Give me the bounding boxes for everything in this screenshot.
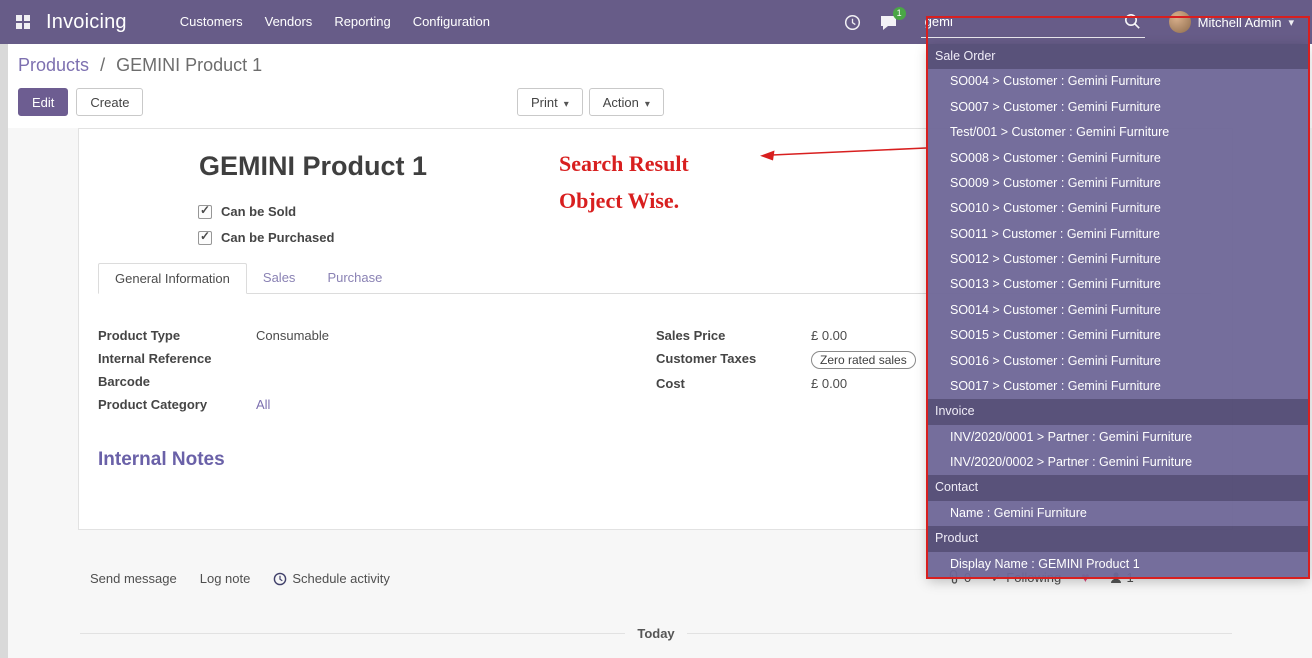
print-action-buttons: Print Action xyxy=(517,88,664,116)
dropdown-result-item[interactable]: SO013 > Customer : Gemini Furniture xyxy=(928,272,1308,297)
create-button[interactable]: Create xyxy=(76,88,143,116)
breadcrumb-current: GEMINI Product 1 xyxy=(116,55,262,75)
annotation-line2: Object Wise. xyxy=(559,182,689,219)
log-note-link[interactable]: Log note xyxy=(200,571,251,586)
dropdown-section-header: Product xyxy=(928,526,1308,551)
app-title[interactable]: Invoicing xyxy=(46,11,127,34)
field-internal-reference: Internal Reference xyxy=(98,351,638,367)
activities-button[interactable] xyxy=(835,0,871,44)
dropdown-result-item[interactable]: SO014 > Customer : Gemini Furniture xyxy=(928,298,1308,323)
product-category-link[interactable]: All xyxy=(256,397,270,412)
navbar-search xyxy=(921,6,1145,38)
print-dropdown-button[interactable]: Print xyxy=(517,88,583,116)
send-message-link[interactable]: Send message xyxy=(90,571,177,586)
dropdown-section-header: Invoice xyxy=(928,399,1308,424)
breadcrumb-products-link[interactable]: Products xyxy=(18,55,89,75)
customer-tax-tag: Zero rated sales xyxy=(811,351,916,369)
schedule-activity-link[interactable]: Schedule activity xyxy=(273,571,390,586)
can-be-sold-label: Can be Sold xyxy=(221,204,296,219)
field-label: Sales Price xyxy=(656,328,811,343)
menu-vendors[interactable]: Vendors xyxy=(254,0,324,44)
chevron-down-icon xyxy=(1288,13,1294,31)
form-buttons: Edit Create xyxy=(18,88,143,116)
field-value: Consumable xyxy=(256,328,329,343)
dropdown-result-item[interactable]: INV/2020/0001 > Partner : Gemini Furnitu… xyxy=(928,425,1308,450)
chevron-down-icon xyxy=(558,95,569,110)
dropdown-result-item[interactable]: SO004 > Customer : Gemini Furniture xyxy=(928,69,1308,94)
dropdown-result-item[interactable]: SO016 > Customer : Gemini Furniture xyxy=(928,349,1308,374)
top-navbar: Invoicing Customers Vendors Reporting Co… xyxy=(0,0,1312,44)
field-label: Product Type xyxy=(98,328,256,343)
field-label: Cost xyxy=(656,376,811,391)
chatter-actions: Send message Log note Schedule activity xyxy=(90,571,390,586)
clock-icon xyxy=(844,14,861,31)
edit-button[interactable]: Edit xyxy=(18,88,68,116)
field-label: Internal Reference xyxy=(98,351,256,366)
message-count-badge: 1 xyxy=(893,7,906,20)
breadcrumb-separator: / xyxy=(100,55,105,75)
can-be-purchased-row: Can be Purchased xyxy=(198,230,334,245)
can-be-sold-checkbox[interactable] xyxy=(198,205,212,219)
clock-icon xyxy=(273,572,287,586)
messages-button[interactable]: 1 xyxy=(871,0,907,44)
can-be-sold-row: Can be Sold xyxy=(198,204,296,219)
schedule-activity-label: Schedule activity xyxy=(292,571,390,586)
dropdown-result-item[interactable]: INV/2020/0002 > Partner : Gemini Furnitu… xyxy=(928,450,1308,475)
tab-purchase[interactable]: Purchase xyxy=(311,263,398,294)
field-barcode: Barcode xyxy=(98,374,638,390)
navbar-right: 1 Mitchell Admin xyxy=(835,0,1312,44)
menu-customers[interactable]: Customers xyxy=(169,0,254,44)
can-be-purchased-checkbox[interactable] xyxy=(198,231,212,245)
dropdown-result-item[interactable]: SO008 > Customer : Gemini Furniture xyxy=(928,146,1308,171)
app-window: Invoicing Customers Vendors Reporting Co… xyxy=(0,0,1312,658)
can-be-purchased-label: Can be Purchased xyxy=(221,230,334,245)
dropdown-result-item[interactable]: Display Name : GEMINI Product 1 xyxy=(928,552,1308,577)
annotation-text: Search Result Object Wise. xyxy=(559,145,689,219)
dropdown-section-header: Sale Order xyxy=(928,44,1308,69)
search-icon[interactable] xyxy=(1124,13,1141,30)
today-divider: Today xyxy=(80,626,1232,641)
chevron-down-icon xyxy=(639,95,650,110)
internal-notes-heading: Internal Notes xyxy=(98,449,225,471)
left-field-group: Product Type Consumable Internal Referen… xyxy=(98,328,638,420)
dropdown-result-item[interactable]: Test/001 > Customer : Gemini Furniture xyxy=(928,120,1308,145)
search-input[interactable] xyxy=(921,14,1124,29)
apps-menu-button[interactable] xyxy=(12,0,34,44)
breadcrumb: Products / GEMINI Product 1 xyxy=(18,55,262,76)
dropdown-result-item[interactable]: SO012 > Customer : Gemini Furniture xyxy=(928,247,1308,272)
field-label: Product Category xyxy=(98,397,256,412)
dropdown-result-item[interactable]: SO007 > Customer : Gemini Furniture xyxy=(928,95,1308,120)
tab-general-information[interactable]: General Information xyxy=(98,263,247,294)
menu-reporting[interactable]: Reporting xyxy=(323,0,401,44)
user-name: Mitchell Admin xyxy=(1198,15,1282,30)
dropdown-result-item[interactable]: SO010 > Customer : Gemini Furniture xyxy=(928,196,1308,221)
print-label: Print xyxy=(531,95,558,110)
dropdown-result-item[interactable]: SO017 > Customer : Gemini Furniture xyxy=(928,374,1308,399)
dropdown-result-item[interactable]: Name : Gemini Furniture xyxy=(928,501,1308,526)
field-value: £ 0.00 xyxy=(811,376,847,391)
today-label: Today xyxy=(637,626,674,641)
apps-icon xyxy=(16,15,30,29)
dropdown-result-item[interactable]: SO011 > Customer : Gemini Furniture xyxy=(928,222,1308,247)
field-product-category: Product Category All xyxy=(98,397,638,413)
annotation-line1: Search Result xyxy=(559,145,689,182)
search-dropdown: Sale OrderSO004 > Customer : Gemini Furn… xyxy=(928,44,1308,577)
product-title: GEMINI Product 1 xyxy=(199,151,427,182)
avatar xyxy=(1169,11,1191,33)
menu-configuration[interactable]: Configuration xyxy=(402,0,501,44)
dropdown-section-header: Contact xyxy=(928,475,1308,500)
action-dropdown-button[interactable]: Action xyxy=(589,88,664,116)
field-value: £ 0.00 xyxy=(811,328,847,343)
field-label: Customer Taxes xyxy=(656,351,811,366)
field-label: Barcode xyxy=(98,374,256,389)
dropdown-result-item[interactable]: SO009 > Customer : Gemini Furniture xyxy=(928,171,1308,196)
dropdown-result-item[interactable]: SO015 > Customer : Gemini Furniture xyxy=(928,323,1308,348)
action-label: Action xyxy=(603,95,639,110)
user-menu[interactable]: Mitchell Admin xyxy=(1159,0,1304,44)
left-gutter xyxy=(0,44,8,658)
tab-sales[interactable]: Sales xyxy=(247,263,312,294)
field-product-type: Product Type Consumable xyxy=(98,328,638,344)
main-menu: Customers Vendors Reporting Configuratio… xyxy=(169,0,501,44)
